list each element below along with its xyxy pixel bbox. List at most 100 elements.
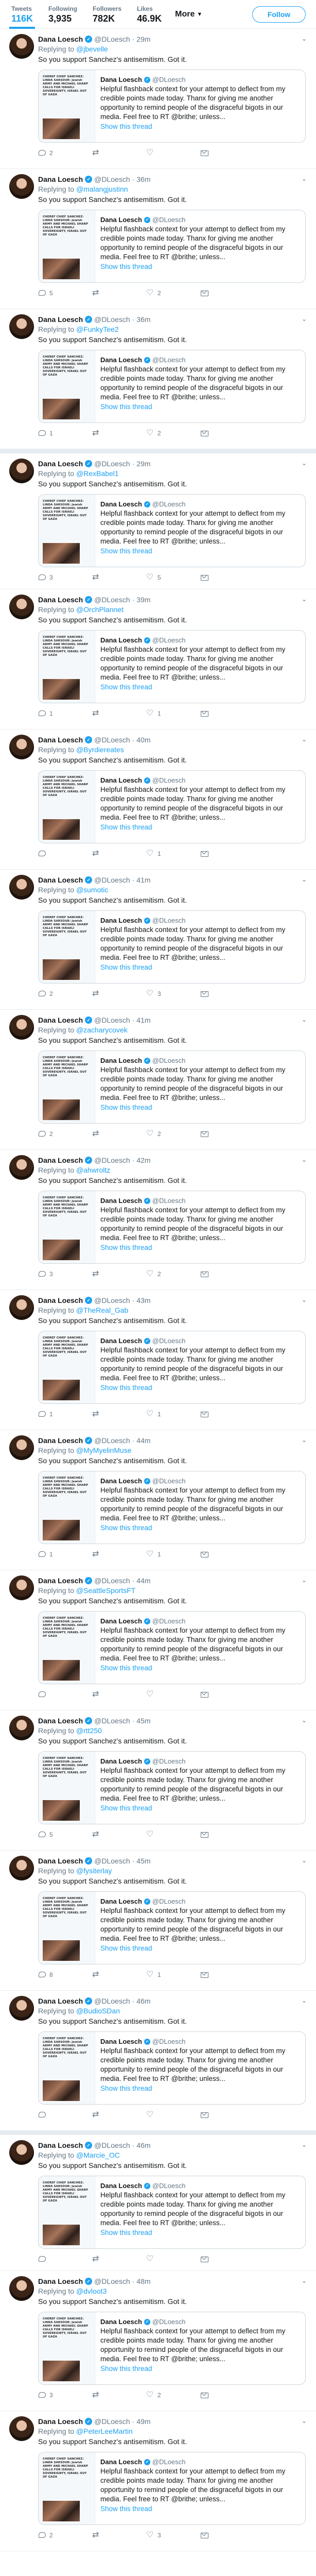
tweet-menu-chevron-icon[interactable]: ⌄	[302, 460, 307, 467]
message-button[interactable]	[200, 850, 254, 858]
avatar[interactable]	[9, 1575, 34, 1600]
show-thread-link[interactable]: Show this thread	[100, 1523, 300, 1533]
message-button[interactable]	[200, 2531, 254, 2539]
retweet-button[interactable]	[92, 428, 146, 437]
show-thread-link[interactable]: Show this thread	[100, 963, 300, 972]
reply-button[interactable]: 8	[38, 1971, 92, 1979]
tweet-menu-chevron-icon[interactable]: ⌄	[302, 1577, 307, 1584]
author-name[interactable]: Dana Loesch	[38, 314, 83, 325]
tweet-time[interactable]: 41m	[136, 875, 150, 885]
tweet-time[interactable]: 29m	[136, 34, 150, 44]
like-button[interactable]: 2	[146, 2389, 200, 2399]
retweet-button[interactable]	[92, 1549, 146, 1558]
replying-to-link[interactable]: @malangjustinn	[76, 185, 128, 193]
retweet-button[interactable]	[92, 2530, 146, 2539]
tweet[interactable]: ⌄ Dana Loesch ✓ @DLoesch · 41m Replying …	[0, 870, 316, 1010]
follow-button[interactable]: Follow	[252, 6, 306, 23]
author-name[interactable]: Dana Loesch	[38, 174, 83, 184]
avatar[interactable]	[9, 1716, 34, 1740]
replying-to-link[interactable]: @TheReal_Gab	[76, 1306, 128, 1314]
tweet-menu-chevron-icon[interactable]: ⌄	[302, 876, 307, 883]
quoted-tweet[interactable]: CHEREF CHIEF SANCHEZ: LINDA SARSOUR: Jew…	[38, 350, 306, 423]
replying-to-link[interactable]: @BudioSDan	[76, 2007, 120, 2015]
quoted-tweet[interactable]: CHEREF CHIEF SANCHEZ: LINDA SARSOUR: Jew…	[38, 1891, 306, 1964]
tweet-menu-chevron-icon[interactable]: ⌄	[302, 1016, 307, 1023]
like-button[interactable]: 2	[146, 1128, 200, 1138]
tweet[interactable]: ⌄ Dana Loesch ✓ @DLoesch · 49m Replying …	[0, 2411, 316, 2551]
tweet-menu-chevron-icon[interactable]: ⌄	[302, 35, 307, 42]
reply-button[interactable]	[38, 1690, 92, 1699]
message-button[interactable]	[200, 1971, 254, 1979]
retweet-button[interactable]	[92, 848, 146, 858]
quoted-tweet[interactable]: CHEREF CHIEF SANCHEZ: LINDA SARSOUR: Jew…	[38, 1331, 306, 1404]
author-name[interactable]: Dana Loesch	[38, 735, 83, 745]
tweet[interactable]: ⌄ Dana Loesch ✓ @DLoesch · 44m Replying …	[0, 1570, 316, 1710]
replying-to-link[interactable]: @jbevelle	[76, 45, 108, 53]
like-button[interactable]: 1	[146, 1409, 200, 1418]
retweet-button[interactable]	[92, 1128, 146, 1138]
reply-button[interactable]: 5	[38, 1831, 92, 1839]
retweet-button[interactable]	[92, 1689, 146, 1699]
avatar[interactable]	[9, 2276, 34, 2301]
avatar[interactable]	[9, 2416, 34, 2441]
author-name[interactable]: Dana Loesch	[38, 1295, 83, 1306]
tweet-menu-chevron-icon[interactable]: ⌄	[302, 175, 307, 182]
tweet-time[interactable]: 48m	[136, 2276, 150, 2286]
tweet-menu-chevron-icon[interactable]: ⌄	[302, 315, 307, 323]
like-button[interactable]	[146, 2109, 200, 2119]
avatar[interactable]	[9, 1155, 34, 1180]
show-thread-link[interactable]: Show this thread	[100, 1804, 300, 1813]
message-button[interactable]	[200, 149, 254, 157]
tab-tweets[interactable]: Tweets 116K	[9, 0, 36, 29]
message-button[interactable]	[200, 1831, 254, 1839]
avatar[interactable]	[9, 735, 34, 759]
show-thread-link[interactable]: Show this thread	[100, 1243, 300, 1252]
tweet-menu-chevron-icon[interactable]: ⌄	[302, 1436, 307, 1444]
tweet[interactable]: ⌄ Dana Loesch ✓ @DLoesch · 29m Replying …	[0, 449, 316, 589]
tweet-menu-chevron-icon[interactable]: ⌄	[302, 2141, 307, 2148]
tweet[interactable]: ⌄ Dana Loesch ✓ @DLoesch · 41m Replying …	[0, 1010, 316, 1150]
show-thread-link[interactable]: Show this thread	[100, 2364, 300, 2374]
message-button[interactable]	[200, 289, 254, 297]
author-name[interactable]: Dana Loesch	[38, 1435, 83, 1446]
avatar[interactable]	[9, 1295, 34, 1320]
tweet-time[interactable]: 40m	[136, 735, 150, 745]
reply-button[interactable]: 1	[38, 1550, 92, 1558]
retweet-button[interactable]	[92, 1969, 146, 1979]
like-button[interactable]: 3	[146, 2530, 200, 2539]
reply-button[interactable]: 3	[38, 1270, 92, 1278]
tweet-time[interactable]: 36m	[136, 174, 150, 184]
retweet-button[interactable]	[92, 988, 146, 998]
retweet-button[interactable]	[92, 708, 146, 718]
like-button[interactable]	[146, 147, 200, 157]
author-name[interactable]: Dana Loesch	[38, 1575, 83, 1586]
author-name[interactable]: Dana Loesch	[38, 595, 83, 605]
quoted-tweet[interactable]: CHEREF CHIEF SANCHEZ: LINDA SARSOUR: Jew…	[38, 2176, 306, 2249]
tweet[interactable]: ⌄ Dana Loesch ✓ @DLoesch · 29m Replying …	[0, 29, 316, 169]
retweet-button[interactable]	[92, 1268, 146, 1278]
message-button[interactable]	[200, 573, 254, 582]
replying-to-link[interactable]: @rtt250	[76, 1726, 102, 1735]
tweet[interactable]: ⌄ Dana Loesch ✓ @DLoesch · 48m Replying …	[0, 2271, 316, 2411]
quoted-tweet[interactable]: CHEREF CHIEF SANCHEZ: LINDA SARSOUR: Jew…	[38, 2312, 306, 2385]
avatar[interactable]	[9, 459, 34, 483]
show-thread-link[interactable]: Show this thread	[100, 262, 300, 272]
more-menu[interactable]: More ▼	[175, 10, 202, 19]
message-button[interactable]	[200, 2255, 254, 2263]
tweet[interactable]: ⌄ Dana Loesch ✓ @DLoesch · 39m Replying …	[0, 589, 316, 730]
like-button[interactable]: 5	[146, 572, 200, 582]
quoted-tweet[interactable]: CHEREF CHIEF SANCHEZ: LINDA SARSOUR: Jew…	[38, 2031, 306, 2105]
tweet[interactable]: ⌄ Dana Loesch ✓ @DLoesch · 46m Replying …	[0, 1991, 316, 2131]
retweet-button[interactable]	[92, 2109, 146, 2119]
show-thread-link[interactable]: Show this thread	[100, 1383, 300, 1393]
tweet-time[interactable]: 36m	[136, 314, 150, 325]
tweet-menu-chevron-icon[interactable]: ⌄	[302, 1296, 307, 1303]
replying-to-link[interactable]: @Marcie_OC	[76, 2151, 120, 2159]
tweet-time[interactable]: 41m	[136, 1015, 150, 1025]
show-thread-link[interactable]: Show this thread	[100, 2504, 300, 2514]
reply-button[interactable]: 1	[38, 429, 92, 437]
tab-followers[interactable]: Followers 782K	[91, 0, 124, 29]
avatar[interactable]	[9, 314, 34, 339]
like-button[interactable]: 1	[146, 708, 200, 718]
like-button[interactable]	[146, 1689, 200, 1699]
